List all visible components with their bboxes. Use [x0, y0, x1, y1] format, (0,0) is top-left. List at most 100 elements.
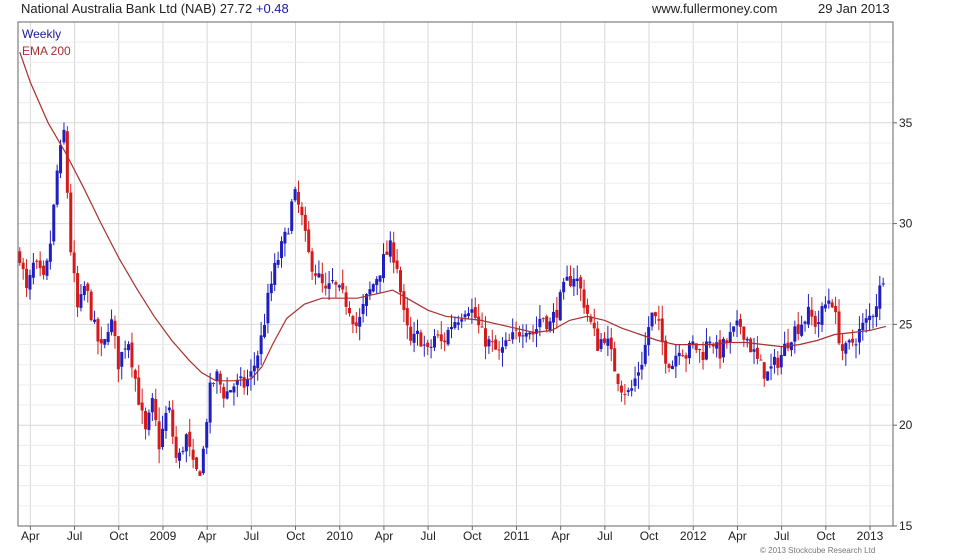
candle-body-up [388, 240, 392, 257]
candle-body-up [677, 352, 681, 357]
candle-body-up [453, 322, 457, 328]
candle-body-up [249, 371, 253, 377]
x-tick-label: 2009 [150, 529, 177, 543]
candle-body-down [579, 277, 583, 289]
candle-body-up [793, 326, 797, 342]
candle-body-down [742, 326, 746, 340]
candle-body-up [732, 326, 736, 332]
candle-body-up [429, 346, 433, 348]
x-tick-label: Apr [21, 529, 40, 543]
candle-body-up [626, 390, 630, 392]
candle-body-down [198, 471, 202, 476]
candle-body-up [120, 352, 124, 367]
candle-body-down [310, 251, 314, 272]
candle-body-up [803, 321, 807, 324]
candle-body-up [881, 283, 885, 285]
candle-body-down [813, 315, 817, 327]
candle-body-down [776, 357, 780, 368]
candle-body-up [460, 319, 464, 322]
candle-body-down [681, 355, 685, 357]
candle-body-down [188, 431, 192, 447]
candle-body-down [334, 282, 338, 285]
candle-body-up [276, 260, 280, 265]
candle-body-down [480, 326, 484, 328]
candle-body-up [844, 343, 848, 354]
candle-body-down [405, 308, 409, 326]
candle-body-down [698, 349, 702, 351]
candle-body-up [806, 306, 810, 325]
candle-body-down [133, 370, 137, 379]
candle-body-down [89, 291, 93, 321]
candle-body-up [375, 278, 379, 286]
candle-body-down [613, 348, 617, 372]
candle-body-up [280, 241, 284, 259]
candle-body-up [446, 329, 450, 345]
candle-body-down [555, 309, 559, 318]
candle-body-up [715, 342, 719, 349]
candle-body-up [232, 386, 236, 393]
candle-body-up [181, 450, 185, 452]
x-tick-label: Oct [463, 529, 482, 543]
candle-body-down [541, 318, 545, 320]
candle-body-up [293, 189, 297, 201]
candle-body-up [55, 170, 59, 205]
candle-body-up [728, 331, 732, 343]
candle-body-down [653, 312, 657, 317]
candle-body-up [110, 319, 114, 333]
candle-body-up [466, 313, 470, 317]
candle-body-up [371, 284, 375, 292]
candle-body-up [871, 316, 875, 318]
candle-body-up [378, 275, 382, 282]
candle-body-down [300, 206, 304, 216]
candle-body-up [779, 354, 783, 368]
x-tick-label: Oct [286, 529, 305, 543]
candle-body-down [398, 270, 402, 293]
candle-body-up [521, 335, 525, 337]
candle-body-down [514, 329, 518, 331]
x-tick-label: 2010 [326, 529, 353, 543]
candle-body-up [538, 318, 542, 328]
candle-body-up [201, 448, 205, 474]
candle-body-up [28, 275, 32, 290]
candle-body-up [164, 412, 168, 431]
candle-body-up [31, 262, 35, 278]
candle-body-up [847, 340, 851, 343]
candle-body-down [426, 342, 430, 348]
candle-body-up [551, 311, 555, 323]
candle-body-up [565, 276, 569, 281]
candle-body-up [650, 312, 654, 327]
candle-body-down [755, 347, 759, 359]
candle-body-down [851, 338, 855, 343]
candle-body-up [878, 285, 882, 309]
candle-body-up [327, 283, 331, 289]
candle-body-down [585, 304, 589, 314]
candle-body-up [337, 285, 341, 288]
candle-body-down [25, 268, 29, 288]
candle-body-down [35, 260, 39, 262]
x-tick-label: 2011 [504, 529, 530, 543]
legend-weekly: Weekly [22, 27, 61, 41]
legend-ema-200: EMA 200 [22, 44, 71, 58]
candle-body-up [48, 243, 52, 262]
candle-body-down [409, 326, 413, 341]
candle-body-down [96, 319, 100, 342]
candle-body-up [864, 318, 868, 323]
candle-body-up [643, 344, 647, 364]
x-tick-label: Jul [420, 529, 435, 543]
candle-body-down [314, 273, 318, 276]
candle-body-down [436, 334, 440, 336]
candle-body-up [331, 280, 335, 282]
candle-body-down [657, 319, 661, 321]
candle-body-down [545, 316, 549, 330]
y-tick-label: 35 [899, 116, 913, 130]
candle-body-down [609, 337, 613, 350]
candle-body-up [415, 330, 419, 334]
candle-body-up [599, 339, 603, 349]
candle-body-down [759, 359, 763, 361]
candle-body-down [86, 283, 90, 292]
candle-body-up [721, 338, 725, 358]
candle-body-down [664, 340, 668, 364]
candle-body-up [633, 378, 637, 387]
copyright-notice: © 2013 Stockcube Research Ltd [760, 546, 876, 555]
candle-body-down [762, 362, 766, 379]
